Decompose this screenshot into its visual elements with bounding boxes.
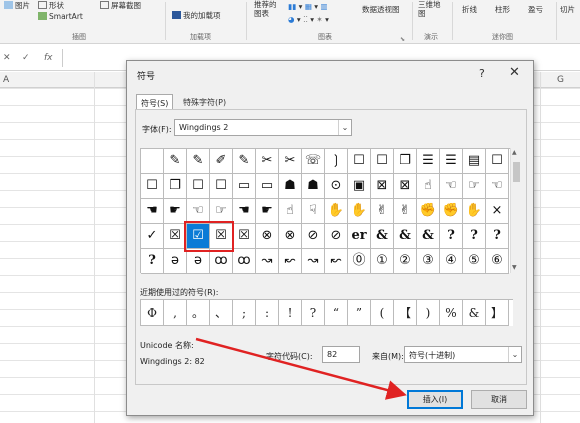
annotation-overlay: [195, 337, 407, 400]
annotation-arrow: [195, 337, 407, 400]
